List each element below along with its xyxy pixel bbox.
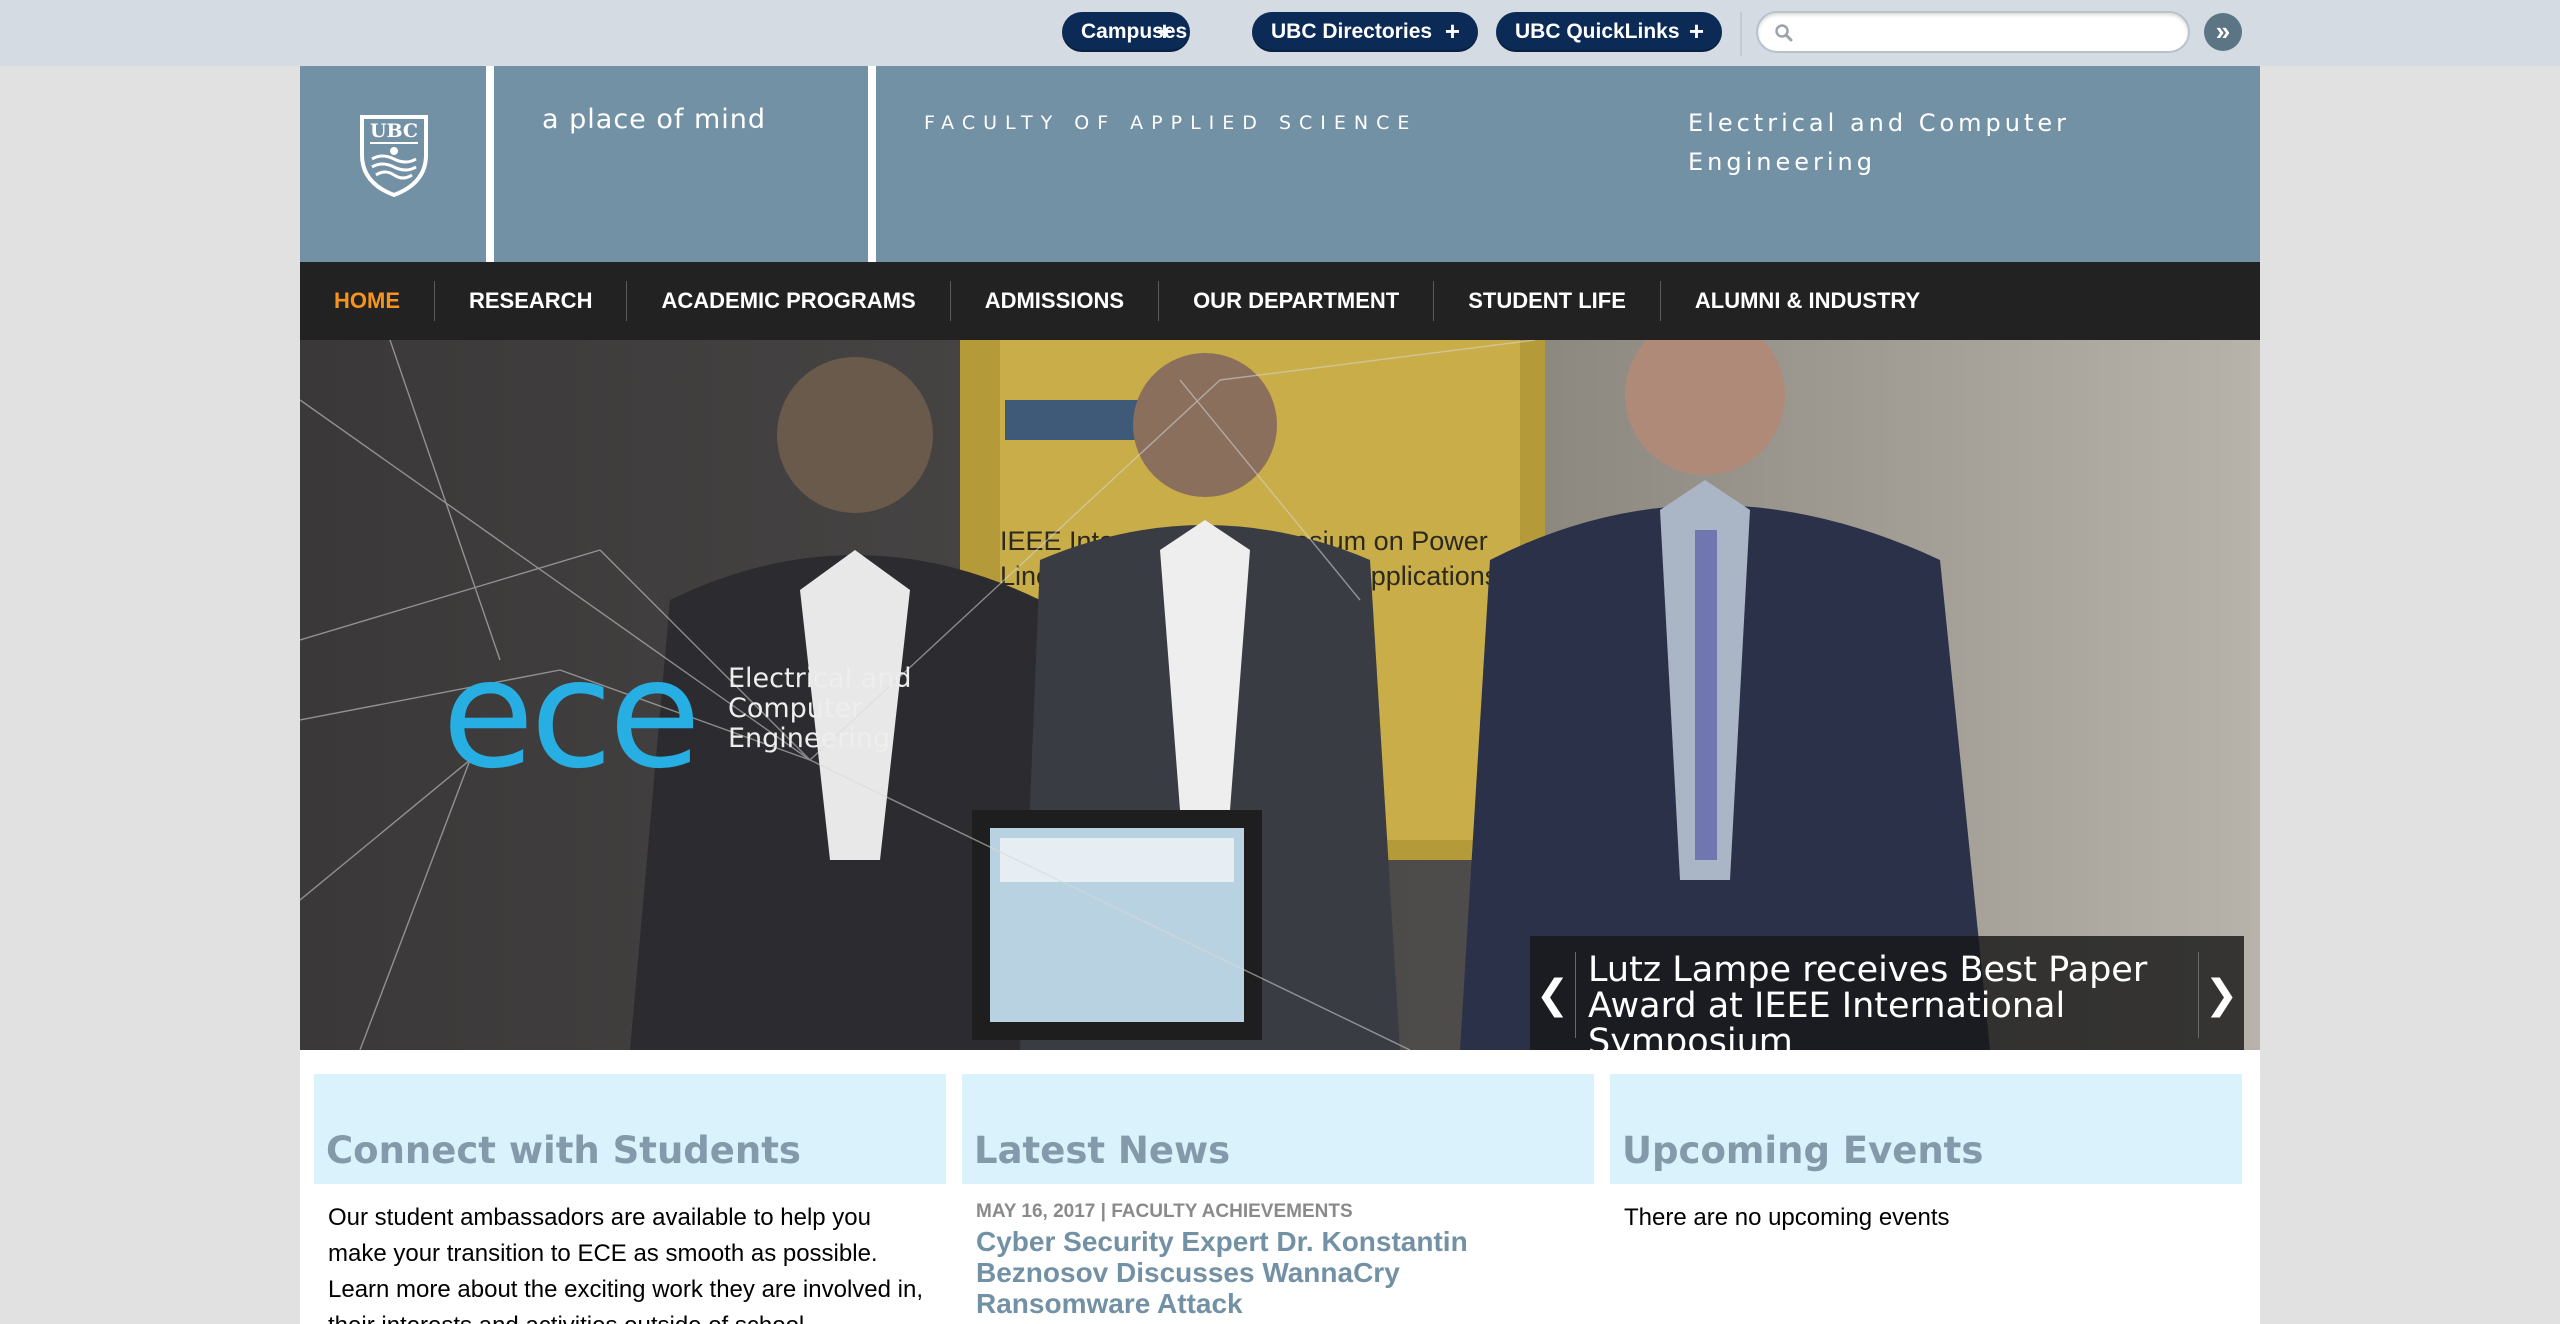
ece-logo-text-line2: Computer <box>728 693 863 724</box>
connect-with-students-text: Our student ambassadors are available to… <box>328 1204 923 1324</box>
logo-text: UBC <box>370 120 418 142</box>
nav-item-alumni-industry[interactable]: ALUMNI & INDUSTRY <box>1661 281 1954 321</box>
slide-caption-title[interactable]: Lutz Lampe receives Best Paper Award at … <box>1588 952 2148 1050</box>
nav-item-research[interactable]: RESEARCH <box>435 281 628 321</box>
ece-logo-text-line3: Engineering <box>728 723 890 754</box>
column-header: Latest News <box>962 1074 1594 1184</box>
column-header: Upcoming Events <box>1610 1074 2242 1184</box>
search-input[interactable] <box>1804 19 2174 47</box>
department-name[interactable]: Electrical and Computer Engineering <box>1688 104 2148 182</box>
ubc-quicklinks-dropdown[interactable]: UBC QuickLinks + <box>1496 12 1722 52</box>
nav-item-admissions[interactable]: ADMISSIONS <box>951 281 1160 321</box>
next-slide-button[interactable]: ❯ <box>2198 952 2244 1038</box>
ece-logo-mark: ece <box>442 628 701 802</box>
upcoming-events-text: There are no upcoming events <box>1624 1204 1950 1231</box>
connect-with-students-column: Connect with Students Our student ambass… <box>314 1074 946 1324</box>
divider <box>1740 12 1742 56</box>
latest-news-title[interactable]: Latest News <box>974 1129 1230 1172</box>
ece-logo-text: Electrical and Computer Engineering <box>728 664 968 754</box>
utility-bar: Campuses + UBC Directories + UBC QuickLi… <box>0 0 2560 66</box>
news-meta: MAY 16, 2017 | FACULTY ACHIEVEMENTS <box>976 1201 1353 1222</box>
header-separator <box>868 66 876 262</box>
nav-item-student-life[interactable]: STUDENT LIFE <box>1434 281 1661 321</box>
header-separator <box>486 66 494 262</box>
nav-item-our-department[interactable]: OUR DEPARTMENT <box>1159 281 1435 321</box>
upcoming-events-title[interactable]: Upcoming Events <box>1622 1129 1983 1172</box>
ubc-crest-logo[interactable]: UBC <box>358 103 430 197</box>
previous-slide-button[interactable]: ❮ <box>1530 952 1576 1038</box>
department-name-line2: Engineering <box>1688 148 1876 176</box>
ubc-quicklinks-label: UBC QuickLinks <box>1515 20 1680 43</box>
search-box <box>1756 11 2190 53</box>
ece-logo-text-line1: Electrical and <box>728 663 912 694</box>
ubc-directories-label: UBC Directories <box>1271 20 1433 43</box>
faculty-name[interactable]: FACULTY OF APPLIED SCIENCE <box>924 112 1417 134</box>
plus-icon: + <box>1156 16 1172 46</box>
latest-news-column: Latest News MAY 16, 2017 | FACULTY ACHIE… <box>962 1074 1594 1319</box>
department-name-line1: Electrical and Computer <box>1688 109 2071 137</box>
upcoming-events-column: Upcoming Events There are no upcoming ev… <box>1610 1074 2242 1236</box>
news-headline-link[interactable]: Cyber Security Expert Dr. Konstantin Bez… <box>976 1226 1580 1319</box>
search-submit-button[interactable]: » <box>2204 13 2242 51</box>
slide-caption: ❮ Lutz Lampe receives Best Paper Award a… <box>1530 936 2244 1050</box>
main-navigation: HOME RESEARCH ACADEMIC PROGRAMS ADMISSIO… <box>300 262 2260 340</box>
search-icon <box>1775 24 1793 42</box>
nav-item-academic-programs[interactable]: ACADEMIC PROGRAMS <box>627 281 951 321</box>
news-item: MAY 16, 2017 | FACULTY ACHIEVEMENTS Cybe… <box>962 1184 1594 1319</box>
plus-icon: + <box>1444 16 1460 46</box>
ubc-directories-dropdown[interactable]: UBC Directories + <box>1252 12 1478 52</box>
connect-with-students-title[interactable]: Connect with Students <box>326 1129 801 1172</box>
nav-item-home[interactable]: HOME <box>300 281 435 321</box>
plus-icon: + <box>1688 16 1704 46</box>
hero-carousel[interactable]: IEEE International Symposium on Power Li… <box>300 340 2260 1050</box>
column-header: Connect with Students <box>314 1074 946 1184</box>
content-area: Connect with Students Our student ambass… <box>300 1050 2260 1324</box>
tagline: a place of mind <box>542 104 767 135</box>
campuses-dropdown[interactable]: Campuses + <box>1062 12 1190 52</box>
